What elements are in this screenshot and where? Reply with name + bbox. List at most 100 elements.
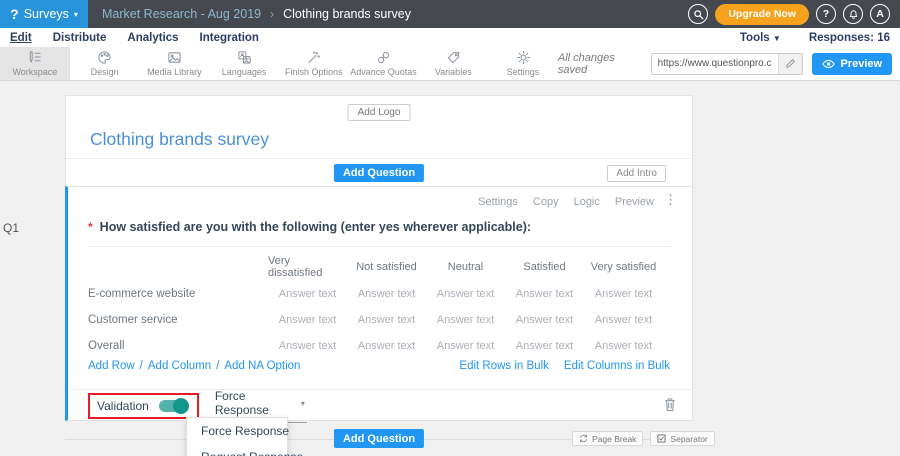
image-icon [167,50,182,65]
matrix-edit-links: Add Row / Add Column / Add NA Option Edi… [88,360,670,372]
matrix-cell[interactable]: Answer text [584,307,663,333]
palette-icon [97,50,112,65]
matrix-corner [88,253,268,281]
help-button[interactable]: ? [816,4,836,24]
matrix-column-header[interactable]: Satisfied [505,253,584,281]
delete-question-button[interactable] [664,397,676,415]
question-preview-link[interactable]: Preview [615,196,654,208]
page-break-button[interactable]: Page Break [572,431,643,446]
toolbar-item-workspace[interactable]: Workspace [0,47,70,80]
search-icon [693,9,704,20]
save-status: All changes saved [558,52,642,76]
validation-label: Validation [97,399,149,413]
add-question-button-bottom[interactable]: Add Question [334,429,424,448]
matrix-cell[interactable]: Answer text [505,307,584,333]
survey-header-card: Add Logo Clothing brands survey Add Ques… [65,95,693,187]
question-text[interactable]: How satisfied are you with the following… [100,220,531,234]
bell-icon [848,9,859,20]
survey-title[interactable]: Clothing brands survey [90,129,269,150]
survey-url-input[interactable] [652,58,779,69]
question-settings-link[interactable]: Settings [478,196,518,208]
breadcrumb-survey-name: Clothing brands survey [283,7,411,21]
toolbar-item-settings[interactable]: Settings [488,47,558,80]
matrix-cell[interactable]: Answer text [584,281,663,307]
matrix-cell[interactable]: Answer text [426,281,505,307]
tab-distribute[interactable]: Distribute [53,32,107,44]
dropdown-option-request-response[interactable]: Request Response [187,444,287,456]
matrix-cell[interactable]: Answer text [505,281,584,307]
editor-toolbar: Workspace Design Media Library Languages… [0,47,900,81]
matrix-cell[interactable]: Answer text [426,333,505,359]
responses-count[interactable]: Responses: 16 [809,32,890,44]
matrix-cell[interactable]: Answer text [347,281,426,307]
matrix-cell[interactable]: Answer text [268,333,347,359]
validation-row: Validation Force Response ▾ [88,392,676,420]
matrix-cell[interactable]: Answer text [268,281,347,307]
wand-icon [306,50,321,65]
toolbar-item-finish-options[interactable]: Finish Options [279,47,349,80]
question-copy-link[interactable]: Copy [533,196,559,208]
page-break-icon [579,434,588,443]
survey-url-box [651,53,804,75]
question-logic-link[interactable]: Logic [574,196,600,208]
tools-menu[interactable]: Tools ▼ [740,32,781,44]
link-separator: / [140,360,143,372]
toolbar-item-advance-quotas[interactable]: Advance Quotas [349,47,419,80]
matrix-row-label[interactable]: Customer service [88,307,268,333]
separator-button[interactable]: Separator [650,431,714,446]
add-question-button-top[interactable]: Add Question [334,164,424,182]
upgrade-now-button[interactable]: Upgrade Now [715,4,809,25]
toolbar-item-variables[interactable]: Variables [418,47,488,80]
add-logo-button[interactable]: Add Logo [348,104,411,121]
matrix-table: Very dissatisfied Not satisfied Neutral … [88,253,663,359]
search-button[interactable] [688,4,708,24]
validation-type-value: Force Response [215,389,301,417]
add-row-link[interactable]: Add Row [88,360,135,372]
workspace-icon [27,50,42,65]
toolbar-item-languages[interactable]: Languages [209,47,279,80]
question-actions: Settings Copy Logic Preview [478,196,654,208]
matrix-cell[interactable]: Answer text [426,307,505,333]
divider [66,158,692,159]
question-text-row: * How satisfied are you with the followi… [88,220,531,234]
matrix-column-header[interactable]: Neutral [426,253,505,281]
tab-integration[interactable]: Integration [200,32,259,44]
matrix-cell[interactable]: Answer text [268,307,347,333]
dropdown-option-force-response[interactable]: Force Response [187,418,287,444]
divider [68,389,692,390]
divider [88,246,670,247]
gear-icon [516,50,531,65]
add-intro-button[interactable]: Add Intro [607,165,666,182]
edit-rows-in-bulk-link[interactable]: Edit Rows in Bulk [459,360,548,372]
matrix-column-header[interactable]: Not satisfied [347,253,426,281]
edit-columns-in-bulk-link[interactable]: Edit Columns in Bulk [564,360,670,372]
avatar[interactable]: A [870,4,890,24]
preview-button[interactable]: Preview [812,53,892,75]
matrix-row-label[interactable]: E-commerce website [88,281,268,307]
add-column-link[interactable]: Add Column [148,360,211,372]
checkbox-checked-icon [657,434,666,443]
surveys-product-menu[interactable]: ? Surveys ▾ [0,0,88,28]
toolbar-item-media-library[interactable]: Media Library [139,47,209,80]
matrix-cell[interactable]: Answer text [584,333,663,359]
matrix-column-header[interactable]: Very dissatisfied [268,253,347,281]
toolbar-item-design[interactable]: Design [70,47,140,80]
tab-edit[interactable]: Edit [10,32,32,44]
matrix-cell[interactable]: Answer text [347,307,426,333]
chevron-down-icon: ▼ [773,34,781,43]
matrix-cell[interactable]: Answer text [347,333,426,359]
notifications-button[interactable] [843,4,863,24]
matrix-column-header[interactable]: Very satisfied [584,253,663,281]
matrix-cell[interactable]: Answer text [505,333,584,359]
tab-analytics[interactable]: Analytics [127,32,178,44]
edit-url-button[interactable] [778,54,802,74]
nav-right: Tools ▼ Responses: 16 [740,32,890,44]
matrix-row-label[interactable]: Overall [88,333,268,359]
link-separator: / [216,360,219,372]
validation-type-dropdown: Force Response Request Response [186,417,288,456]
validation-toggle[interactable] [159,400,188,412]
add-na-option-link[interactable]: Add NA Option [224,360,300,372]
toggle-knob [173,398,189,414]
breadcrumb-folder[interactable]: Market Research - Aug 2019 [102,7,261,21]
more-vertical-icon[interactable]: ⋮ [664,193,677,206]
